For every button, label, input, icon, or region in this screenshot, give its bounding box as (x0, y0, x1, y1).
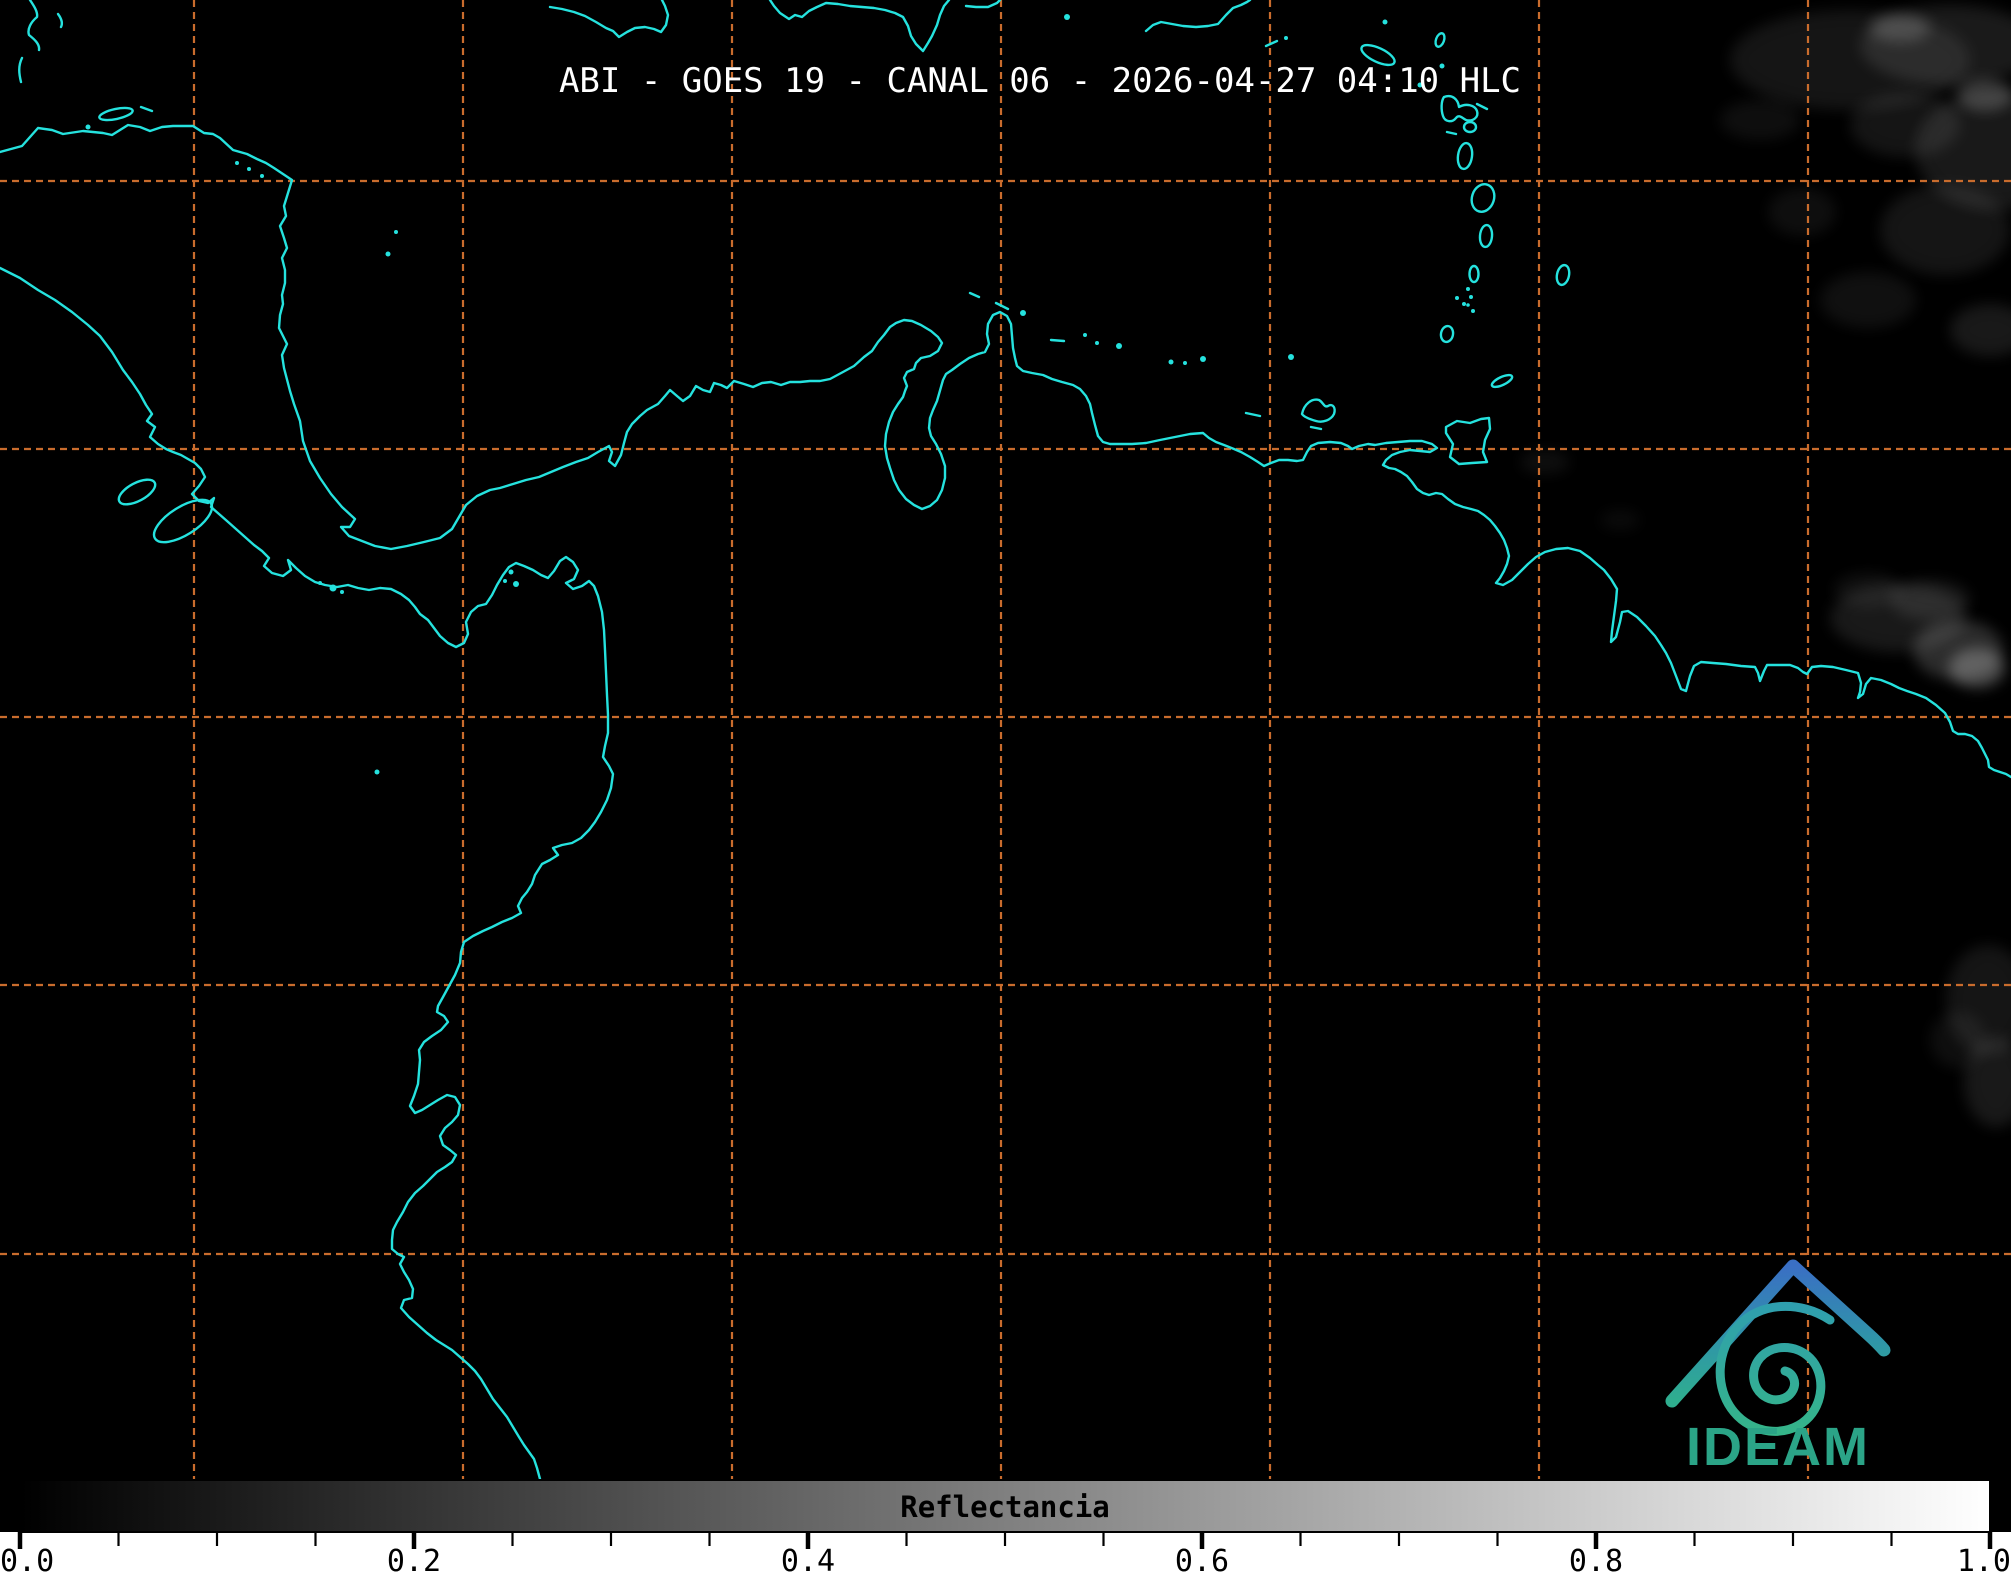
colorbar-tick-label: 0.2 (387, 1544, 441, 1577)
colorbar-label: Reflectancia (900, 1490, 1110, 1524)
island-dot (329, 584, 337, 592)
island-dot (374, 769, 380, 775)
cloud-patch (1880, 185, 2010, 275)
island-dot (85, 124, 91, 130)
satellite-image-viewport: ABI - GOES 19 - CANAL 06 - 2026-04-27 04… (0, 0, 2011, 1577)
island-dot (1064, 14, 1070, 20)
island-dot (235, 161, 239, 165)
island-dot (1020, 310, 1026, 316)
cloud-patch (1870, 14, 1930, 42)
island-dot (1284, 36, 1288, 40)
island-dot (1288, 354, 1294, 360)
cloud-patch (1949, 648, 2005, 688)
colorbar-tick-label: 0.6 (1175, 1544, 1229, 1577)
cloud-patch (1834, 573, 1902, 607)
island-dot (1455, 296, 1459, 300)
island-dot (1116, 343, 1122, 349)
colorbar: 0.0 0.2 0.4 0.6 0.8 1.0 Reflectancia (0, 1479, 2011, 1577)
island-dot (503, 579, 507, 583)
island-dot (260, 174, 264, 178)
colorbar-tick-label: 0.0 (0, 1544, 54, 1577)
image-title: ABI - GOES 19 - CANAL 06 - 2026-04-27 04… (559, 61, 1521, 101)
coastline (1049, 338, 1066, 343)
logo-text: IDEAM (1686, 1417, 1870, 1477)
cloud-patch (1930, 1012, 1986, 1068)
island-dot (1469, 295, 1473, 299)
island-dot (1382, 19, 1388, 25)
cloud-patch (1520, 450, 1570, 474)
island-dot (1462, 302, 1466, 306)
cloud-patch (1820, 272, 1916, 328)
island-dot (1183, 361, 1187, 365)
colorbar-tick-label: 0.4 (781, 1544, 835, 1577)
colorbar-tick-label: 0.8 (1569, 1544, 1623, 1577)
island-dot (1095, 341, 1099, 345)
island-dot (1466, 287, 1470, 291)
island-dot (318, 581, 322, 585)
colorbar-tick-label: 1.0 (1957, 1544, 2011, 1577)
island-dot (394, 230, 398, 234)
island-dot (1200, 356, 1206, 362)
island-dot (508, 569, 514, 575)
island-dot (247, 167, 251, 171)
cloud-patch (1720, 100, 1800, 140)
cloud-patch (1768, 188, 1836, 236)
island-dot (513, 581, 519, 587)
island-dot (1168, 359, 1174, 365)
island-dot (1471, 309, 1475, 313)
cloud-patch (1600, 510, 1640, 530)
island-dot (1083, 333, 1087, 337)
island-dot (385, 251, 391, 257)
cloud-patch (1850, 93, 1960, 157)
map-background (0, 0, 2011, 1532)
island-dot (340, 590, 344, 594)
island-dot (1466, 303, 1470, 307)
cloud-patch (1890, 580, 1970, 620)
map-canvas: ABI - GOES 19 - CANAL 06 - 2026-04-27 04… (0, 0, 2011, 1577)
